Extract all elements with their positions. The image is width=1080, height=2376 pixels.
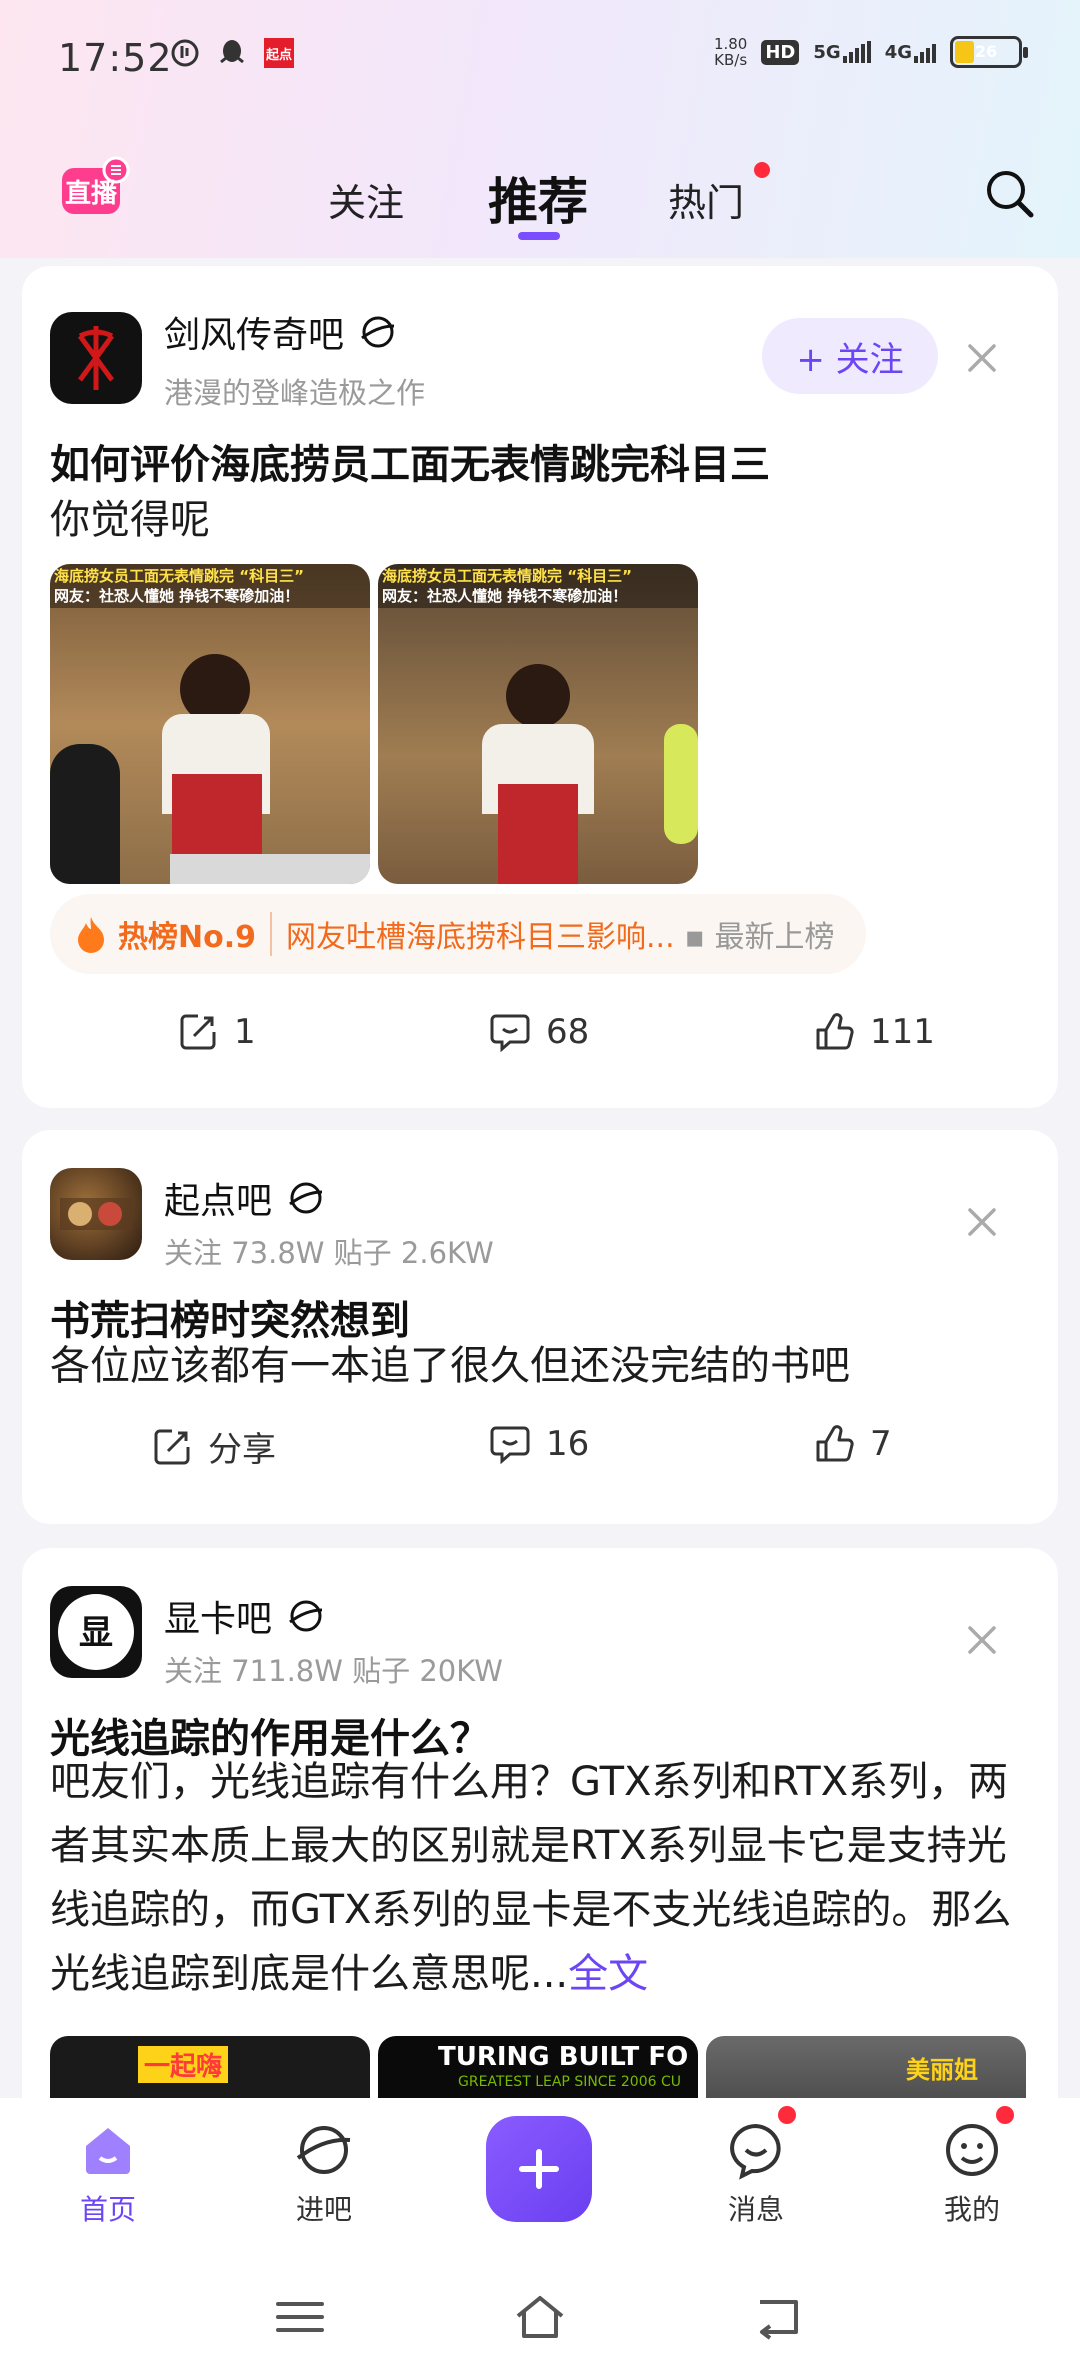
qidian-app-badge: 起点 bbox=[264, 38, 294, 68]
status-bar: 17:52 起点 1.80 KB/s HD 5G 4G 26 bbox=[0, 0, 1080, 110]
signal-bars-icon bbox=[914, 41, 936, 63]
profile-icon bbox=[946, 2124, 998, 2176]
status-right: 1.80 KB/s HD 5G 4G 26 bbox=[713, 35, 1028, 69]
bar-name[interactable]: 显卡吧 bbox=[164, 1590, 326, 1642]
thumbs-up-icon bbox=[816, 1013, 854, 1050]
search-icon[interactable] bbox=[984, 168, 1036, 220]
active-tab-indicator bbox=[518, 232, 560, 240]
comment-count: 16 bbox=[546, 1424, 590, 1464]
nav-home[interactable]: 首页 bbox=[38, 2118, 178, 2228]
nav-messages[interactable]: 消息 bbox=[686, 2118, 826, 2228]
qq-icon bbox=[220, 40, 244, 64]
bar-stats: 关注 73.8W 贴子 2.6KW bbox=[164, 1236, 494, 1270]
bar-avatar[interactable] bbox=[50, 1168, 142, 1260]
like-count: 7 bbox=[870, 1424, 892, 1464]
close-icon[interactable] bbox=[962, 1620, 1002, 1660]
signal-5g: 5G bbox=[813, 41, 871, 63]
message-icon bbox=[730, 2123, 781, 2180]
tab-follow[interactable]: 关注 bbox=[328, 172, 404, 227]
share-button[interactable]: 分享 bbox=[150, 1422, 276, 1471]
plus-icon bbox=[519, 2149, 559, 2189]
tab-hot[interactable]: 热门 bbox=[668, 172, 744, 227]
svg-text:直播: 直播 bbox=[65, 179, 118, 209]
comment-icon bbox=[490, 1014, 530, 1053]
follow-button[interactable]: + 关注 bbox=[762, 318, 938, 394]
top-nav: 直播 关注 推荐 热门 bbox=[0, 150, 1080, 250]
berserk-logo-icon bbox=[77, 326, 115, 390]
fire-icon bbox=[78, 917, 104, 953]
svg-text:显: 显 bbox=[79, 1613, 113, 1653]
comment-count: 68 bbox=[546, 1012, 590, 1052]
hot-new-label: ▪ 最新上榜 bbox=[684, 920, 835, 955]
share-label: 分享 bbox=[208, 1430, 276, 1470]
signal-4g: 4G bbox=[885, 41, 936, 63]
hot-red-dot bbox=[754, 162, 770, 178]
post-button[interactable] bbox=[486, 2116, 592, 2222]
bar-name[interactable]: 起点吧 bbox=[164, 1172, 326, 1224]
planet-icon bbox=[289, 1182, 323, 1214]
post-body[interactable]: 各位应该都有一本追了很久但还没完结的书吧 bbox=[50, 1334, 1040, 1398]
hd-badge: HD bbox=[761, 39, 800, 65]
qidian-avatar-icon bbox=[60, 1198, 132, 1230]
post-image[interactable]: 海底捞女员工面无表情跳完 “科目三” 网友：社恐人懂她 挣钱不寒碜加油！ bbox=[378, 564, 698, 884]
post-card[interactable]: 剑风传奇吧 港漫的登峰造极之作 + 关注 如何评价海底捞员工面无表情跳完科目三 … bbox=[22, 266, 1058, 1108]
post-image[interactable]: 海底捞女员工面无表情跳完 “科目三” 网友：社恐人懂她 挣钱不寒碜加油！ bbox=[50, 564, 370, 884]
live-button[interactable]: 直播 bbox=[58, 156, 132, 218]
signal-bars-icon bbox=[842, 41, 871, 63]
home-icon bbox=[86, 2128, 130, 2174]
live-tv-icon: 直播 bbox=[62, 156, 130, 214]
post-card[interactable]: 显 显卡吧 关注 711.8W 贴子 20KW 光线追踪的作用是什么？ 吧友们，… bbox=[22, 1548, 1058, 2148]
repost-count: 1 bbox=[234, 1012, 256, 1052]
battery-icon: 26 bbox=[950, 36, 1028, 68]
post-card[interactable]: 起点吧 关注 73.8W 贴子 2.6KW 书荒扫榜时突然想到 各位应该都有一本… bbox=[22, 1130, 1058, 1524]
bar-name[interactable]: 剑风传奇吧 bbox=[164, 306, 398, 358]
close-icon[interactable] bbox=[962, 338, 1002, 378]
hot-rank-banner[interactable]: 热榜No.9 网友吐槽海底捞科目三影响... ▪ 最新上榜 bbox=[50, 894, 866, 974]
thumbs-up-icon bbox=[816, 1425, 854, 1462]
nav-profile[interactable]: 我的 bbox=[902, 2118, 1042, 2228]
repost-button[interactable]: 1 bbox=[176, 1010, 256, 1054]
menu-icon[interactable] bbox=[270, 2292, 330, 2342]
comment-icon bbox=[490, 1426, 530, 1465]
read-more-link[interactable]: 全文 bbox=[568, 1951, 648, 1997]
comment-button[interactable]: 16 bbox=[488, 1422, 589, 1466]
post-body[interactable]: 你觉得呢 bbox=[50, 488, 1040, 552]
home-nav-icon[interactable] bbox=[510, 2292, 570, 2342]
like-button[interactable]: 7 bbox=[812, 1422, 892, 1466]
share-icon bbox=[180, 1014, 216, 1050]
nav-bars[interactable]: 进吧 bbox=[254, 2118, 394, 2228]
planet-icon bbox=[289, 1600, 323, 1632]
power-mode-icon bbox=[171, 39, 199, 67]
like-button[interactable]: 111 bbox=[812, 1010, 935, 1054]
profile-red-dot bbox=[996, 2106, 1014, 2124]
tab-recommend[interactable]: 推荐 bbox=[488, 162, 588, 234]
gpu-bar-logo-icon: 显 bbox=[58, 1594, 134, 1670]
bar-avatar[interactable] bbox=[50, 312, 142, 404]
image-caption: 海底捞女员工面无表情跳完 “科目三” 网友：社恐人懂她 挣钱不寒碜加油！ bbox=[50, 564, 370, 608]
status-time: 17:52 bbox=[58, 36, 173, 80]
bar-avatar[interactable]: 显 bbox=[50, 1586, 142, 1678]
bar-subtitle: 港漫的登峰造极之作 bbox=[164, 376, 426, 410]
post-body[interactable]: 吧友们，光线追踪有什么用？GTX系列和RTX系列，两者其实本质上最大的区别就是R… bbox=[50, 1750, 1040, 2006]
status-notification-icons: 起点 bbox=[170, 38, 294, 68]
bar-stats: 关注 711.8W 贴子 20KW bbox=[164, 1654, 503, 1688]
close-icon[interactable] bbox=[962, 1202, 1002, 1242]
planet-icon bbox=[296, 2126, 351, 2174]
image-caption: 海底捞女员工面无表情跳完 “科目三” 网友：社恐人懂她 挣钱不寒碜加油！ bbox=[378, 564, 698, 608]
like-count: 111 bbox=[870, 1012, 935, 1052]
share-icon bbox=[154, 1429, 190, 1464]
net-speed: 1.80 KB/s bbox=[713, 35, 748, 69]
planet-icon bbox=[361, 316, 395, 348]
post-title[interactable]: 如何评价海底捞员工面无表情跳完科目三 bbox=[50, 432, 770, 490]
hot-topic-text: 网友吐槽海底捞科目三影响... bbox=[270, 912, 675, 956]
messages-red-dot bbox=[778, 2106, 796, 2124]
back-icon[interactable] bbox=[750, 2292, 810, 2342]
hot-rank-label: 热榜No.9 bbox=[118, 920, 256, 955]
comment-button[interactable]: 68 bbox=[488, 1010, 589, 1054]
